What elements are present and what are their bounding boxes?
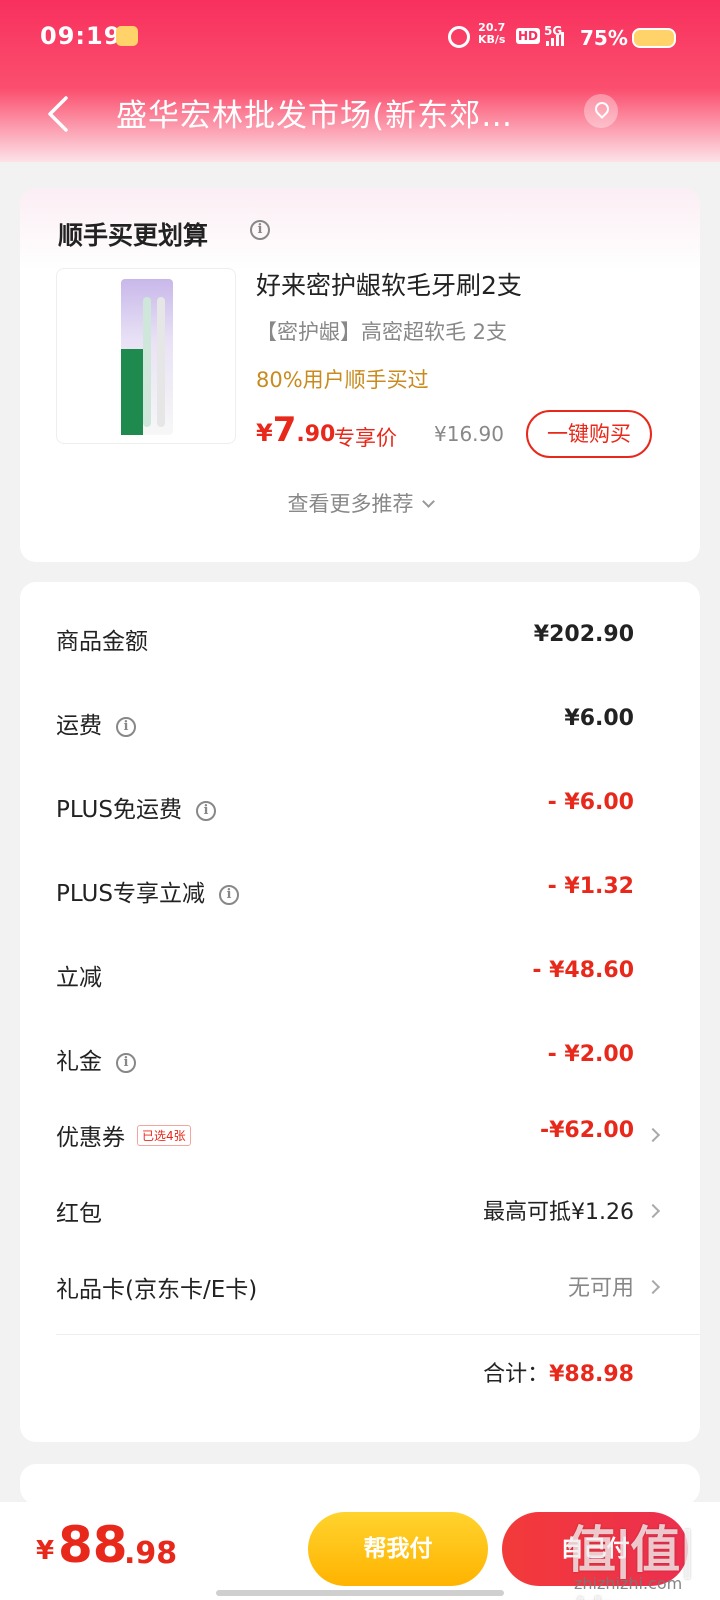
row-label: 运费 — [56, 713, 102, 739]
row-label: 商品金额 — [56, 629, 148, 655]
row-value: -¥62.00 — [539, 1118, 634, 1143]
chevron-right-icon[interactable] — [645, 1127, 661, 1143]
row-plus-discount: PLUS专享立减 - ¥1.32 — [20, 864, 700, 924]
row-value: - ¥2.00 — [547, 1042, 634, 1067]
row-label-wrap: 优惠券 已选4张 — [56, 1118, 191, 1152]
row-label-wrap: PLUS免运费 — [56, 790, 216, 824]
product-price: ¥7.90 — [256, 410, 335, 450]
hd-icon: HD — [516, 28, 541, 44]
status-time: 09:19 — [40, 22, 122, 50]
row-coupon[interactable]: 优惠券 已选4张 -¥62.00 — [20, 1108, 700, 1168]
row-value: ¥6.00 — [564, 706, 634, 731]
nav-bar: 盛华宏林批发市场(新东郊… — [0, 76, 720, 152]
row-value: - ¥1.32 — [547, 874, 634, 899]
final-price-symbol: ¥ — [36, 1536, 55, 1566]
signal-icon — [546, 30, 566, 46]
row-goods-amount: 商品金额 ¥202.90 — [20, 612, 700, 672]
row-label-wrap: 礼金 — [56, 1042, 136, 1076]
network-speed-unit: KB/s — [478, 33, 506, 46]
price-decimal: .90 — [296, 422, 336, 447]
product-spec: 【密护龈】高密超软毛 2支 — [256, 320, 508, 344]
info-icon[interactable] — [195, 800, 216, 821]
network-speed: 20.7 KB/s — [478, 22, 505, 46]
original-price: ¥16.90 — [434, 422, 504, 446]
row-plus-free-shipping: PLUS免运费 - ¥6.00 — [20, 780, 700, 840]
location-icon[interactable] — [584, 94, 618, 128]
row-label: 优惠券 — [56, 1125, 125, 1151]
status-bar: 09:19 20.7 KB/s HD 5G 75% — [0, 0, 720, 76]
row-label: 立减 — [56, 965, 102, 991]
divider — [56, 1334, 700, 1335]
next-section-card — [20, 1464, 700, 1504]
chevron-right-icon[interactable] — [645, 1203, 661, 1219]
row-label-wrap: PLUS专享立减 — [56, 874, 239, 908]
site-watermark: 值|值|值 zhizhizhi.com — [560, 1510, 710, 1600]
toothbrush-1 — [143, 297, 151, 427]
exclusive-price-tag: 专享价 — [334, 426, 397, 450]
total-label: 合计： — [483, 1362, 550, 1387]
row-value: - ¥6.00 — [547, 790, 634, 815]
package-label-strip — [121, 349, 143, 435]
battery-percent: 75% — [580, 26, 628, 50]
back-arrow-icon[interactable] — [46, 94, 70, 134]
info-icon[interactable] — [218, 884, 239, 905]
row-gift-money: 礼金 - ¥2.00 — [20, 1032, 700, 1092]
price-symbol: ¥ — [256, 419, 273, 447]
order-total: 合计：¥88.98 — [483, 1356, 634, 1388]
battery-icon — [632, 28, 676, 48]
watermark-site: zhizhizhi.com — [574, 1574, 683, 1593]
page-title[interactable]: 盛华宏林批发市场(新东郊… — [116, 90, 562, 135]
header: 09:19 20.7 KB/s HD 5G 75% 盛华宏林批发市场(新东郊… — [0, 0, 720, 162]
row-value: 无可用 — [567, 1276, 634, 1301]
row-label: 礼品卡(京东卡/E卡) — [56, 1277, 258, 1303]
one-click-buy-button[interactable]: 一键购买 — [526, 410, 652, 458]
buyers-text: 80%用户顺手买过 — [256, 368, 429, 392]
recommend-title: 顺手买更划算 — [58, 221, 209, 250]
row-label: PLUS专享立减 — [56, 881, 205, 907]
row-value: - ¥48.60 — [532, 958, 634, 983]
info-icon[interactable] — [116, 716, 136, 737]
toothbrush-2 — [157, 297, 165, 427]
product-name[interactable]: 好来密护龈软毛牙刷2支 — [256, 266, 522, 302]
alarm-icon — [448, 26, 470, 48]
row-value: 最高可抵¥1.26 — [483, 1200, 634, 1225]
row-label: 红包 — [56, 1201, 102, 1227]
row-label: PLUS免运费 — [56, 797, 182, 823]
more-recommend-link[interactable]: 查看更多推荐 — [20, 488, 700, 518]
info-icon[interactable] — [116, 1052, 136, 1073]
product-image[interactable] — [56, 268, 236, 444]
coupon-selected-badge: 已选4张 — [137, 1125, 191, 1146]
more-recommend-label: 查看更多推荐 — [287, 492, 414, 516]
info-icon[interactable] — [250, 220, 270, 240]
final-price-decimal: .98 — [124, 1536, 178, 1571]
row-red-packet[interactable]: 红包 最高可抵¥1.26 — [20, 1184, 700, 1244]
row-instant-discount: 立减 - ¥48.60 — [20, 948, 700, 1008]
chevron-right-icon[interactable] — [645, 1279, 661, 1295]
home-indicator[interactable] — [216, 1590, 504, 1596]
final-price-integer: 88 — [58, 1516, 128, 1574]
row-shipping: 运费 ¥6.00 — [20, 696, 700, 756]
help-me-pay-button[interactable]: 帮我付 — [308, 1512, 488, 1586]
app-notification-icon — [116, 26, 138, 46]
price-integer: 7 — [272, 410, 297, 450]
row-gift-card[interactable]: 礼品卡(京东卡/E卡) 无可用 — [20, 1260, 700, 1320]
chevron-down-icon — [421, 495, 435, 508]
row-label: 礼金 — [56, 1049, 102, 1075]
order-summary-card: 商品金额 ¥202.90 运费 ¥6.00 PLUS免运费 - ¥6.00 PL… — [20, 582, 700, 1442]
total-value: ¥88.98 — [549, 1362, 634, 1387]
row-label-wrap: 运费 — [56, 706, 136, 740]
recommend-card: 顺手买更划算 好来密护龈软毛牙刷2支 【密护龈】高密超软毛 2支 80%用户顺手… — [20, 188, 700, 562]
row-value: ¥202.90 — [533, 622, 634, 647]
